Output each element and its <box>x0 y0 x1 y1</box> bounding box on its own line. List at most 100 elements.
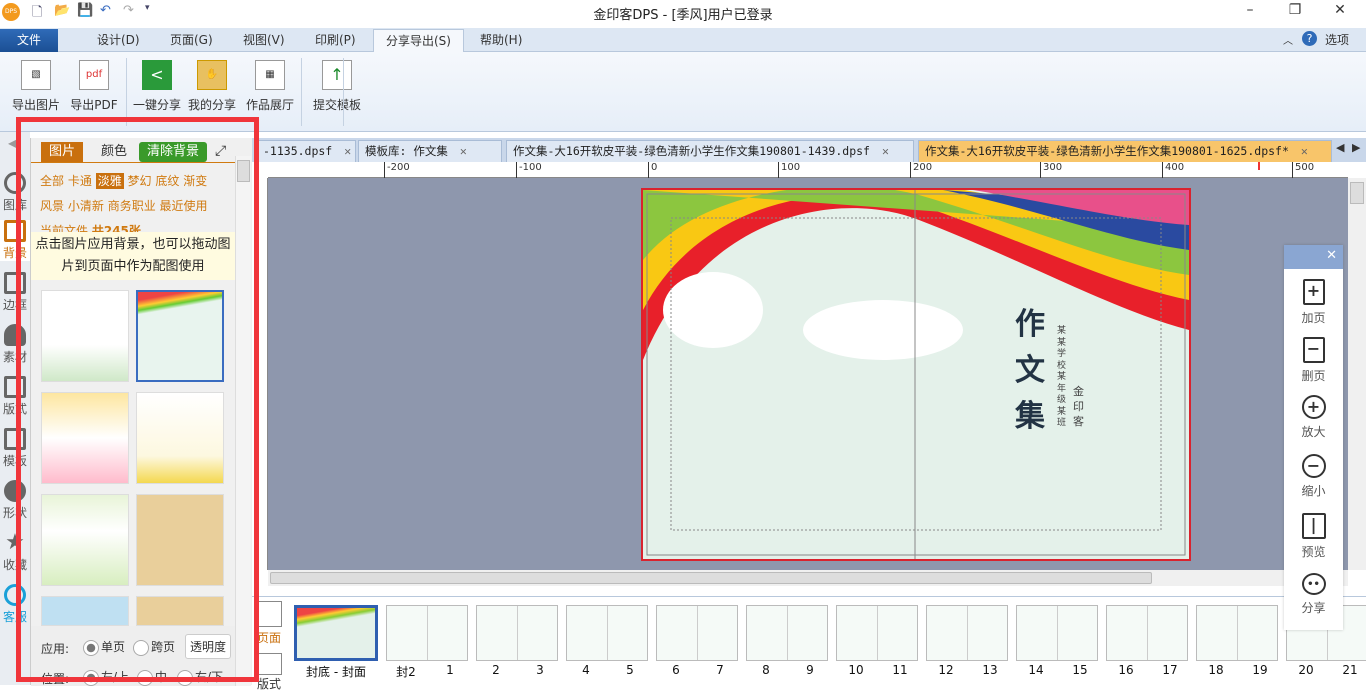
one-click-share-button[interactable]: < 一键分享 <box>129 58 185 113</box>
page-label: 17 <box>1162 663 1178 677</box>
page-thumbnail-strip: 页面 版式 封底 - 封面 封2 1 2 3 4 5 6 7 8 9 10 11 12 13 14 15 16 17… <box>252 596 1366 691</box>
options-menu[interactable]: 选项 <box>1325 31 1349 48</box>
page-view-button[interactable]: 页面 <box>256 601 282 646</box>
page-label: 19 <box>1252 663 1268 677</box>
layout-view-button[interactable]: 版式 <box>256 653 282 692</box>
doc-tab[interactable]: 模板库: 作文集 ✕ <box>358 140 502 162</box>
rainbow-artwork <box>643 190 1189 559</box>
close-icon[interactable]: ✕ <box>1326 248 1337 263</box>
page-thumbnail[interactable] <box>656 605 738 661</box>
zoom-out-icon: − <box>1301 454 1326 478</box>
layout-icon <box>256 653 282 675</box>
tab-scroll-right-icon[interactable]: ▶ <box>1352 141 1360 154</box>
page-thumbnail[interactable] <box>926 605 1008 661</box>
tab-file[interactable]: 文件(F) <box>0 29 58 69</box>
ruler-tick: -200 <box>384 162 410 178</box>
label: 导出图片 <box>11 98 60 112</box>
gallery-button[interactable]: ▦ 作品展厅 <box>242 58 298 113</box>
tab-help[interactable]: 帮助(H) <box>468 29 534 52</box>
label: -1135.dpsf <box>263 144 333 158</box>
page-thumbnail[interactable] <box>566 605 648 661</box>
highlight-annotation-box <box>16 117 259 682</box>
cover-title: 作 文 集 <box>1015 302 1045 440</box>
label: 提交模板 <box>312 98 361 112</box>
page-thumbnail[interactable] <box>476 605 558 661</box>
presentation-board-icon: ▦ <box>255 60 285 90</box>
zoom-in-button[interactable]: + 放大 <box>1284 395 1343 440</box>
label: 分享 <box>1301 601 1326 615</box>
page-thumbnail[interactable] <box>386 605 468 661</box>
menu-bar: 文件(F) 设计(D) 页面(G) 视图(V) 印刷(P) 分享导出(S) 帮助… <box>0 28 1366 69</box>
close-tab-icon[interactable]: ✕ <box>1301 144 1308 158</box>
ruler-marker[interactable] <box>1258 162 1260 170</box>
submit-template-button[interactable]: ↑ 提交模板 <box>309 58 365 113</box>
page-thumbnail[interactable] <box>1106 605 1188 661</box>
page-label: 3 <box>536 663 544 677</box>
help-icon[interactable]: ? <box>1302 31 1317 46</box>
tab-page[interactable]: 页面(G) <box>158 29 225 52</box>
tab-design[interactable]: 设计(D) <box>85 29 152 52</box>
page-label: 12 <box>938 663 954 677</box>
ruler-tick: 400 <box>1162 162 1184 178</box>
doc-tab[interactable]: -1135.dpsf ✕ <box>256 140 356 162</box>
label: 作品展厅 <box>245 98 294 112</box>
add-page-button[interactable]: + 加页 <box>1284 279 1343 326</box>
doc-tab-active[interactable]: 作文集-大16开软皮平装-绿色清新小学生作文集190801-1625.dpsf*… <box>918 140 1332 162</box>
page-label: 1 <box>446 663 454 677</box>
page-label: 4 <box>582 663 590 677</box>
my-share-icon: ✋ <box>197 60 227 90</box>
label: 预览 <box>1301 545 1326 559</box>
page-label: 20 <box>1298 663 1314 677</box>
doc-tab[interactable]: 作文集-大16开软皮平装-绿色清新小学生作文集190801-1439.dpsf ✕ <box>506 140 914 162</box>
page-thumbnail[interactable] <box>746 605 828 661</box>
horizontal-scrollbar[interactable] <box>268 570 1348 586</box>
page-label: 封底 - 封面 <box>306 665 366 679</box>
collapse-ribbon-icon[interactable]: ︿ <box>1283 32 1293 47</box>
page-thumbnail[interactable] <box>836 605 918 661</box>
close-tab-icon[interactable]: ✕ <box>882 144 889 158</box>
pdf-file-icon: pdf <box>79 60 109 90</box>
page-label: 14 <box>1028 663 1044 677</box>
preview-button[interactable]: | 预览 <box>1284 513 1343 560</box>
window-title: 金印客DPS - [季风]用户已登录 <box>593 8 773 23</box>
ruler-tick: 200 <box>910 162 932 178</box>
share-button[interactable]: •• 分享 <box>1284 573 1343 616</box>
page-thumbnail-cover[interactable] <box>294 605 378 661</box>
maximize-button[interactable]: ❐ <box>1273 2 1317 24</box>
page-label: 9 <box>806 663 814 677</box>
close-tab-icon[interactable]: ✕ <box>344 144 351 158</box>
export-pdf-button[interactable]: pdf 导出PDF <box>66 58 122 113</box>
tab-print[interactable]: 印刷(P) <box>303 29 368 52</box>
delete-page-button[interactable]: − 删页 <box>1284 337 1343 384</box>
title-char: 集 <box>1015 399 1045 434</box>
tab-scroll-left-icon[interactable]: ◀ <box>1336 141 1344 154</box>
label: 我的分享 <box>187 98 236 112</box>
page-thumbnail[interactable] <box>1016 605 1098 661</box>
cover-spread[interactable]: 作 文 集 某某学校某年级某班 金印客 <box>641 188 1191 561</box>
close-button[interactable]: ✕ <box>1318 2 1362 24</box>
my-share-button[interactable]: ✋ 我的分享 <box>184 58 240 113</box>
label: 作文集-大16开软皮平装-绿色清新小学生作文集190801-1439.dpsf <box>513 144 870 158</box>
page-label: 封2 <box>396 665 416 679</box>
label: 模板库: 作文集 <box>365 144 448 158</box>
horizontal-ruler: -200 -100 0 100 200 300 400 500 <box>268 162 1348 178</box>
zoom-in-icon: + <box>1301 395 1326 419</box>
label: 作文集-大16开软皮平装-绿色清新小学生作文集190801-1625.dpsf* <box>925 144 1289 158</box>
zoom-out-button[interactable]: − 缩小 <box>1284 454 1343 499</box>
label: 版式 <box>256 677 281 691</box>
ruler-tick: 100 <box>778 162 800 178</box>
cover-brand: 金印客 <box>1073 385 1084 428</box>
page-thumbnail[interactable] <box>1196 605 1278 661</box>
minimize-button[interactable]: – <box>1228 2 1272 24</box>
close-tab-icon[interactable]: ✕ <box>460 144 467 158</box>
export-image-button[interactable]: ▧ 导出图片 <box>8 58 64 113</box>
add-page-icon: + <box>1302 279 1325 305</box>
floating-toolbar: ✕ + 加页 − 删页 + 放大 − 缩小 | 预览 •• 分享 <box>1284 245 1343 630</box>
tab-share-export[interactable]: 分享导出(S) <box>373 29 464 53</box>
page-label: 6 <box>672 663 680 677</box>
page-label: 7 <box>716 663 724 677</box>
title-char: 作 <box>1015 307 1045 342</box>
tab-view[interactable]: 视图(V) <box>231 29 297 52</box>
document-tabs: -1135.dpsf ✕ 模板库: 作文集 ✕ 作文集-大16开软皮平装-绿色清新小… <box>252 138 1366 162</box>
vertical-scrollbar[interactable] <box>1348 178 1366 570</box>
